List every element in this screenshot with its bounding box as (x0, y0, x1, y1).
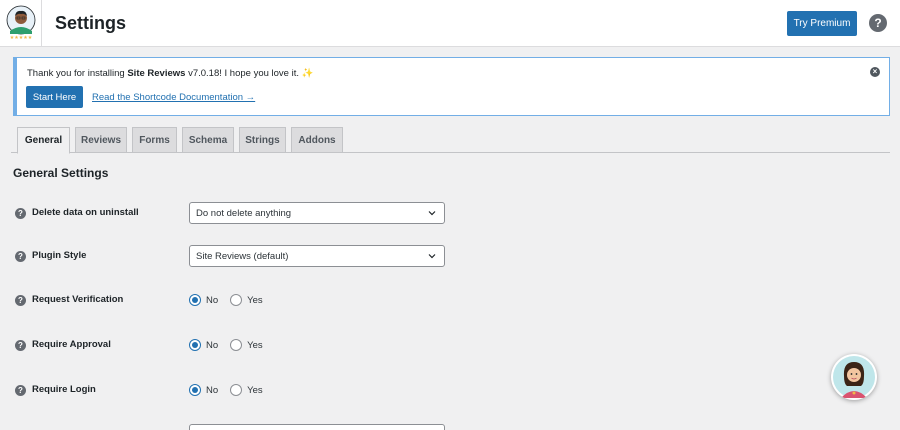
header-divider (41, 0, 42, 46)
radio-label-yes: Yes (247, 384, 263, 396)
tab-reviews[interactable]: Reviews (75, 127, 127, 153)
question-circle-icon[interactable]: ? (15, 251, 26, 262)
plugin-style-select[interactable]: Site Reviews (default) (189, 245, 445, 267)
notice-plugin-name: Site Reviews (127, 68, 186, 79)
delete-data-select[interactable]: Do not delete anything (189, 202, 445, 224)
radio-label-no: No (206, 384, 219, 396)
plugin-style-value: Site Reviews (default) (196, 250, 289, 262)
require-login-yes-radio[interactable] (230, 384, 243, 396)
tabs-divider (11, 152, 890, 153)
require-login-no-radio[interactable] (189, 384, 201, 396)
require-login-label: Require Login (32, 384, 96, 395)
notice-text-prefix: Thank you for installing (27, 68, 128, 79)
chevron-down-icon (428, 211, 436, 216)
tab-schema[interactable]: Schema (182, 127, 234, 153)
tab-strings[interactable]: Strings (239, 127, 286, 153)
require-approval-no-radio[interactable] (189, 339, 201, 351)
sparkle-icon: ✨ (301, 68, 314, 79)
chevron-down-icon (428, 254, 436, 259)
request-verification-no-radio[interactable] (189, 294, 201, 306)
assistant-avatar-icon[interactable] (831, 354, 877, 400)
shortcode-documentation-link[interactable]: Read the Shortcode Documentation → (92, 92, 255, 103)
top-header: ★★★★★ Settings Try Premium ? (0, 0, 900, 47)
dismiss-icon[interactable]: × (870, 67, 880, 77)
request-verification-label: Request Verification (32, 294, 124, 305)
question-circle-icon[interactable]: ? (15, 340, 26, 351)
require-approval-label: Require Approval (32, 339, 111, 350)
delete-data-value: Do not delete anything (196, 207, 292, 219)
page-title: Settings (55, 13, 127, 33)
welcome-notice: Thank you for installing Site Reviews v7… (13, 57, 890, 116)
try-premium-button[interactable]: Try Premium (787, 11, 857, 36)
settings-tabs: General Reviews Forms Schema Strings Add… (0, 127, 900, 154)
help-icon[interactable]: ? (869, 14, 887, 32)
site-reviews-logo-icon: ★★★★★ (4, 5, 38, 41)
request-verification-radios: No Yes (189, 294, 275, 306)
radio-label-yes: Yes (247, 339, 263, 351)
radio-label-no: No (206, 339, 219, 351)
notice-text-suffix: v7.0.18! I hope you love it. (185, 68, 302, 79)
tab-general[interactable]: General (17, 127, 70, 154)
require-login-radios: No Yes (189, 384, 275, 396)
question-circle-icon[interactable]: ? (15, 295, 26, 306)
next-setting-field[interactable] (189, 424, 445, 430)
start-here-button[interactable]: Start Here (26, 86, 83, 108)
question-circle-icon[interactable]: ? (15, 385, 26, 396)
section-title: General Settings (13, 166, 109, 180)
require-approval-radios: No Yes (189, 339, 275, 351)
require-approval-yes-radio[interactable] (230, 339, 243, 351)
notice-message: Thank you for installing Site Reviews v7… (27, 68, 313, 79)
radio-label-yes: Yes (247, 294, 263, 306)
question-circle-icon[interactable]: ? (15, 208, 26, 219)
delete-data-label: Delete data on uninstall (32, 207, 139, 218)
radio-label-no: No (206, 294, 219, 306)
request-verification-yes-radio[interactable] (230, 294, 243, 306)
svg-text:★★★★★: ★★★★★ (10, 35, 33, 41)
tab-addons[interactable]: Addons (291, 127, 343, 153)
tab-forms[interactable]: Forms (132, 127, 177, 153)
plugin-style-label: Plugin Style (32, 250, 87, 261)
